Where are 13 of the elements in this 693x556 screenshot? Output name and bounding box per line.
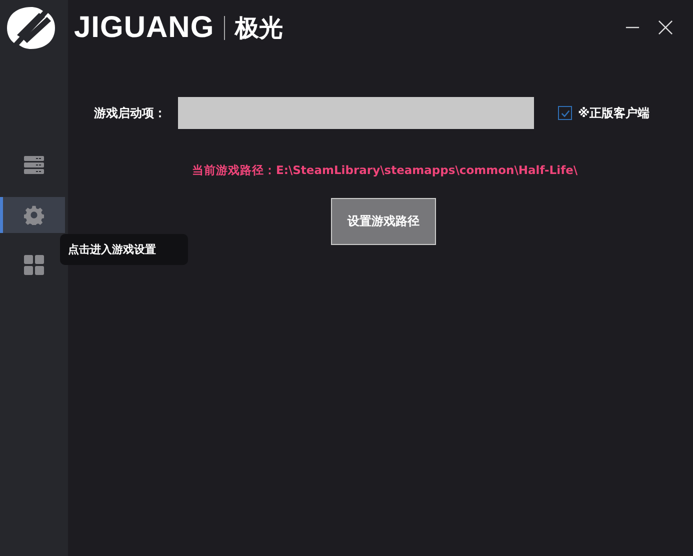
grid-icon [24, 255, 44, 275]
brand-name: JIGUANG [74, 10, 214, 44]
close-icon[interactable] [658, 20, 673, 35]
tooltip: 点击进入游戏设置 [60, 234, 188, 265]
launch-options-field[interactable] [178, 97, 534, 129]
server-icon [24, 155, 44, 175]
set-path-button[interactable]: 设置游戏路径 [331, 198, 436, 245]
checkbox-label: ※正版客户端 [578, 104, 650, 122]
launch-options-label: 游戏启动项： [93, 104, 167, 122]
brand-name: 极光 [235, 12, 284, 44]
checkbox[interactable] [558, 106, 572, 120]
game-path-text: 当前游戏路径：E:\SteamLibrary\steamapps\common\Half-Life\ [192, 163, 579, 178]
settings-icon [24, 205, 44, 225]
